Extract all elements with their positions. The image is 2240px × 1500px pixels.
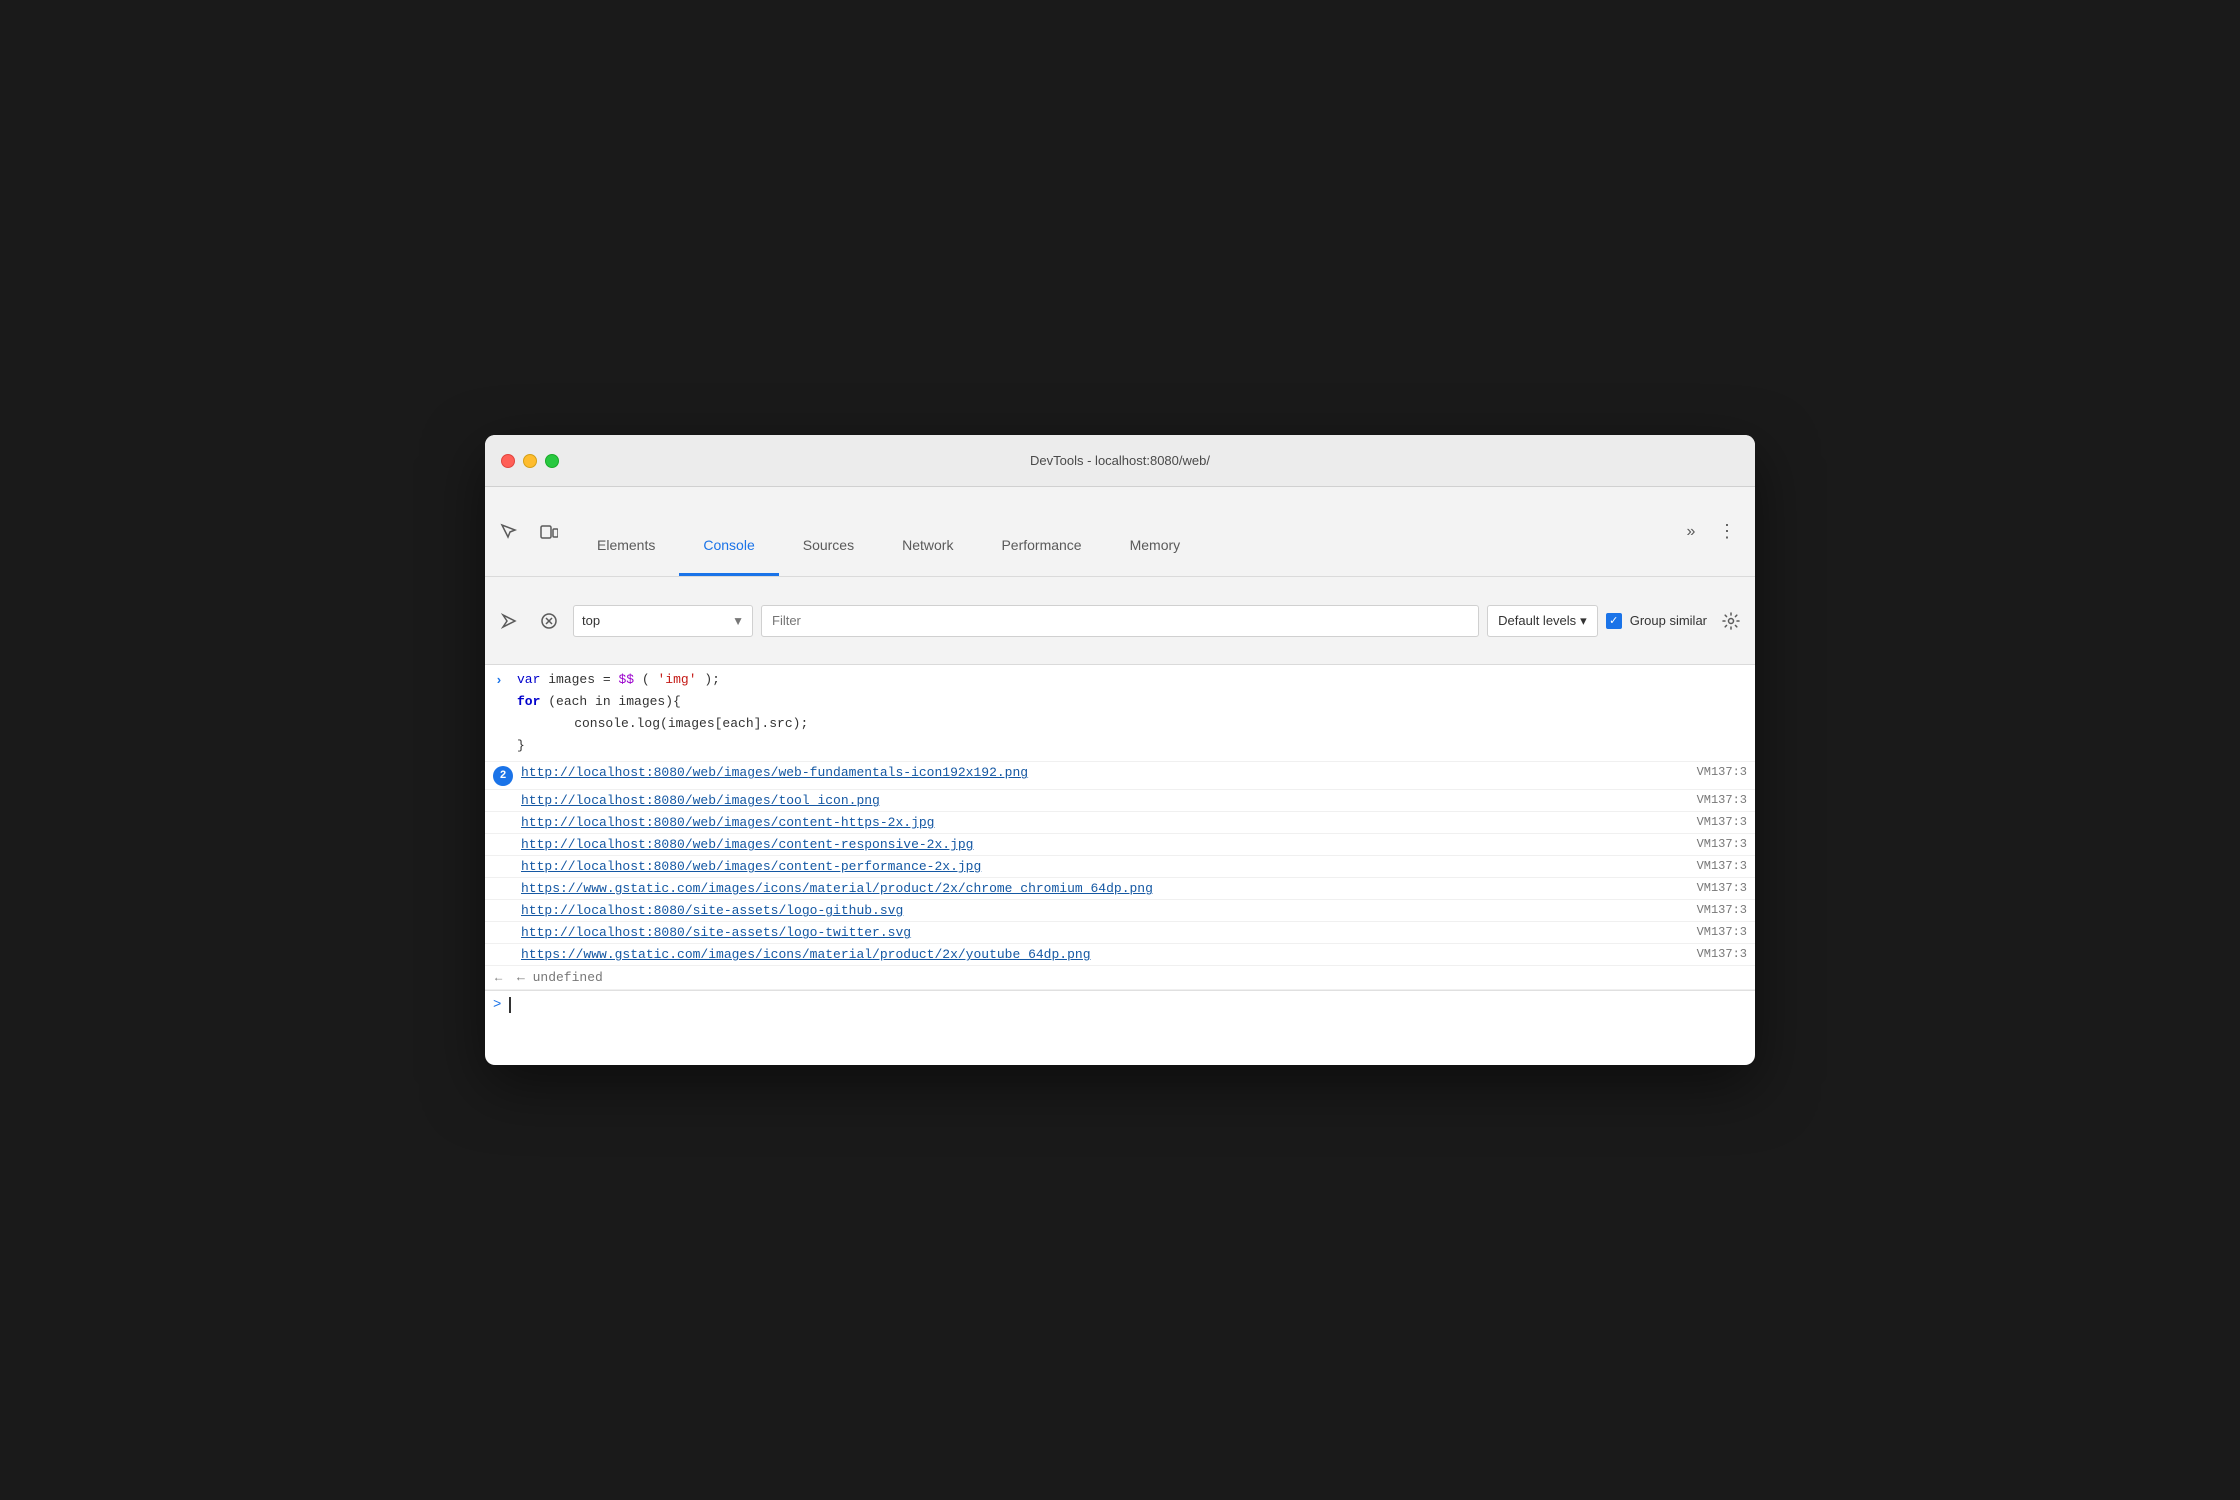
context-value: top [582,613,600,628]
input-prompt-icon: > [493,997,501,1013]
log-link-4[interactable]: http://localhost:8080/web/images/content… [521,837,973,852]
close-button[interactable] [501,454,515,468]
log-url-3: http://localhost:8080/web/images/content… [521,815,1677,830]
log-url-2: http://localhost:8080/web/images/tool_ic… [521,793,1677,808]
log-entry-6: https://www.gstatic.com/images/icons/mat… [485,878,1755,900]
log-badge: 2 [493,766,513,786]
log-source-6[interactable]: VM137:3 [1677,881,1747,895]
log-source-1[interactable]: VM137:3 [1677,765,1747,779]
clear-console-button[interactable] [493,605,525,637]
stop-recording-button[interactable] [533,605,565,637]
cursor [509,997,511,1013]
code-content: var images = $$ ( 'img' ); for (each in … [517,669,1747,757]
log-entry-2: http://localhost:8080/web/images/tool_ic… [485,790,1755,812]
return-icon: ← [495,971,502,985]
tab-elements[interactable]: Elements [573,516,679,576]
tab-bar: Elements Console Sources Network Perform… [485,487,1755,577]
code-line-1: var images = $$ ( 'img' ); [517,669,1747,691]
log-link-7[interactable]: http://localhost:8080/site-assets/logo-g… [521,903,903,918]
tab-console[interactable]: Console [679,516,778,576]
log-url-4: http://localhost:8080/web/images/content… [521,837,1677,852]
filter-input[interactable] [761,605,1479,637]
log-url-8: http://localhost:8080/site-assets/logo-t… [521,925,1677,940]
code-line-3: console.log(images[each].src); [517,713,1747,735]
log-entry-7: http://localhost:8080/site-assets/logo-g… [485,900,1755,922]
tab-sources[interactable]: Sources [779,516,878,576]
log-source-3[interactable]: VM137:3 [1677,815,1747,829]
traffic-lights [501,454,559,468]
log-entry-3: http://localhost:8080/web/images/content… [485,812,1755,834]
log-link-6[interactable]: https://www.gstatic.com/images/icons/mat… [521,881,1153,896]
settings-icon[interactable] [1715,605,1747,637]
log-source-2[interactable]: VM137:3 [1677,793,1747,807]
log-link-8[interactable]: http://localhost:8080/site-assets/logo-t… [521,925,911,940]
prompt-arrow: › [495,671,503,692]
tab-memory[interactable]: Memory [1106,516,1205,576]
log-link-9[interactable]: https://www.gstatic.com/images/icons/mat… [521,947,1091,962]
context-selector[interactable]: top ▼ [573,605,753,637]
log-entry-4: http://localhost:8080/web/images/content… [485,834,1755,856]
log-source-7[interactable]: VM137:3 [1677,903,1747,917]
log-source-9[interactable]: VM137:3 [1677,947,1747,961]
console-input-row[interactable]: > [485,990,1755,1019]
levels-dropdown-icon: ▾ [1580,613,1587,629]
maximize-button[interactable] [545,454,559,468]
code-input-block: › var images = $$ ( 'img' ); for (each i… [485,665,1755,762]
device-toolbar-icon[interactable] [533,516,565,548]
cursor-line [509,997,511,1013]
log-entry-9: https://www.gstatic.com/images/icons/mat… [485,944,1755,966]
devtools-menu-button[interactable]: ⋮ [1711,516,1743,548]
console-output: › var images = $$ ( 'img' ); for (each i… [485,665,1755,1065]
group-similar-label[interactable]: Group similar [1630,613,1707,628]
code-line-4: } [517,735,1747,757]
log-source-4[interactable]: VM137:3 [1677,837,1747,851]
log-source-5[interactable]: VM137:3 [1677,859,1747,873]
code-line-2: for (each in images){ [517,691,1747,713]
minimize-button[interactable] [523,454,537,468]
log-url-1: http://localhost:8080/web/images/web-fun… [521,765,1677,780]
undefined-text: ← undefined [517,970,603,985]
title-bar: DevTools - localhost:8080/web/ [485,435,1755,487]
group-similar-checkbox[interactable]: ✓ [1606,613,1622,629]
tab-network[interactable]: Network [878,516,977,576]
log-entry-8: http://localhost:8080/site-assets/logo-t… [485,922,1755,944]
log-url-9: https://www.gstatic.com/images/icons/mat… [521,947,1677,962]
tab-performance[interactable]: Performance [977,516,1105,576]
log-url-6: https://www.gstatic.com/images/icons/mat… [521,881,1677,896]
context-dropdown-icon: ▼ [732,614,744,628]
undefined-row: ← ← undefined [485,966,1755,990]
inspect-element-icon[interactable] [493,516,525,548]
devtools-body: Elements Console Sources Network Perform… [485,487,1755,1065]
tab-bar-right: » ⋮ [1663,487,1755,576]
log-link-2[interactable]: http://localhost:8080/web/images/tool_ic… [521,793,880,808]
levels-label: Default levels [1498,613,1576,628]
log-link-1[interactable]: http://localhost:8080/web/images/web-fun… [521,765,1028,780]
tab-bar-left [485,487,573,576]
log-entry-5: http://localhost:8080/web/images/content… [485,856,1755,878]
log-url-5: http://localhost:8080/web/images/content… [521,859,1677,874]
toolbar: top ▼ Default levels ▾ ✓ Group similar [485,577,1755,665]
log-link-5[interactable]: http://localhost:8080/web/images/content… [521,859,981,874]
tab-list: Elements Console Sources Network Perform… [573,487,1663,576]
log-url-7: http://localhost:8080/site-assets/logo-g… [521,903,1677,918]
levels-dropdown[interactable]: Default levels ▾ [1487,605,1598,637]
more-tabs-button[interactable]: » [1675,516,1707,548]
log-source-8[interactable]: VM137:3 [1677,925,1747,939]
log-entry-1: 2 http://localhost:8080/web/images/web-f… [485,762,1755,790]
devtools-window: DevTools - localhost:8080/web/ [485,435,1755,1065]
log-link-3[interactable]: http://localhost:8080/web/images/content… [521,815,934,830]
window-title: DevTools - localhost:8080/web/ [1030,453,1210,468]
